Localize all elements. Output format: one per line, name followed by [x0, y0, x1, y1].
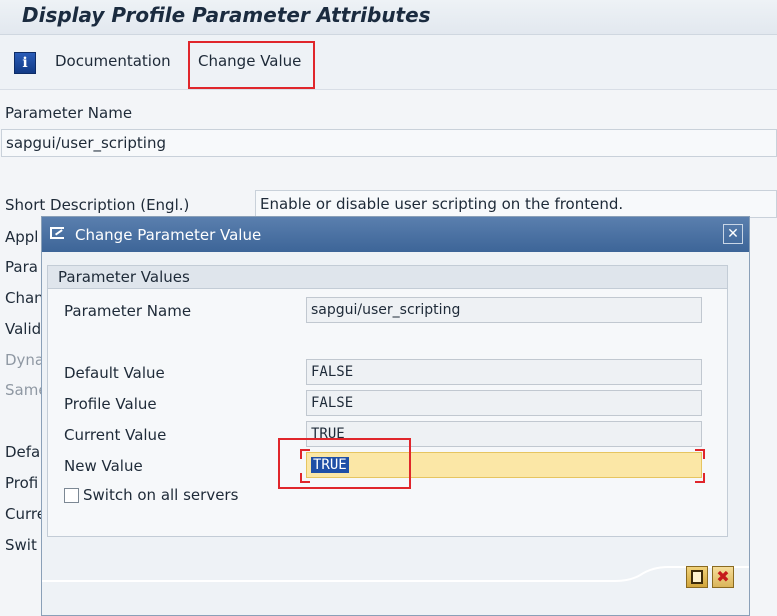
input-corner-tr: [695, 449, 705, 459]
parameter-values-group: Parameter Values Parameter Name sapgui/u…: [47, 265, 728, 537]
dialog-edit-icon: [50, 227, 64, 239]
bg-label-valid: Valid: [5, 320, 42, 338]
parameter-name-label: Parameter Name: [5, 104, 133, 122]
dialog-header: Change Parameter Value ✕: [42, 217, 749, 252]
group-header: Parameter Values: [48, 266, 727, 289]
short-description-field: Enable or disable user scripting on the …: [255, 190, 777, 218]
bg-label-curre: Curre: [5, 505, 46, 523]
profile-value-label: Profile Value: [64, 395, 157, 413]
switch-all-servers-label: Switch on all servers: [83, 486, 239, 504]
default-value-field: FALSE: [306, 359, 702, 385]
short-description-label: Short Description (Engl.): [5, 196, 190, 214]
page-title: Display Profile Parameter Attributes: [22, 3, 431, 27]
change-value-highlight: [188, 41, 315, 89]
bg-label-para: Para: [5, 258, 38, 276]
parameter-name-field: sapgui/user_scripting: [1, 129, 777, 157]
profile-value-field: FALSE: [306, 390, 702, 416]
title-bar: Display Profile Parameter Attributes: [0, 0, 777, 35]
switch-all-servers-checkbox[interactable]: [64, 488, 79, 503]
bg-label-dyna: Dyna: [5, 351, 45, 369]
save-button[interactable]: [686, 566, 708, 588]
info-icon[interactable]: i: [14, 52, 36, 74]
close-icon[interactable]: ✕: [723, 224, 743, 244]
bg-label-defa: Defa: [5, 443, 41, 461]
new-value-highlight: [278, 438, 411, 489]
group-title: Parameter Values: [58, 268, 190, 286]
input-corner-br: [695, 473, 705, 483]
default-value-label: Default Value: [64, 364, 165, 382]
change-parameter-value-dialog: Change Parameter Value ✕ Parameter Value…: [41, 216, 750, 616]
dialog-title: Change Parameter Value: [75, 226, 262, 244]
new-value-label: New Value: [64, 457, 143, 475]
dlg-parameter-name-label: Parameter Name: [64, 302, 192, 320]
application-toolbar: i Documentation Change Value: [0, 35, 777, 90]
documentation-button[interactable]: Documentation: [55, 52, 171, 70]
bg-label-chan: Chan: [5, 289, 44, 307]
bg-label-profi: Profi: [5, 474, 39, 492]
dlg-parameter-name-field: sapgui/user_scripting: [306, 297, 702, 323]
bg-label-swit: Swit: [5, 536, 37, 554]
cancel-button[interactable]: ✖: [712, 566, 734, 588]
bg-label-appl: Appl: [5, 228, 39, 246]
current-value-label: Current Value: [64, 426, 167, 444]
dialog-footer-divider: [42, 566, 749, 582]
